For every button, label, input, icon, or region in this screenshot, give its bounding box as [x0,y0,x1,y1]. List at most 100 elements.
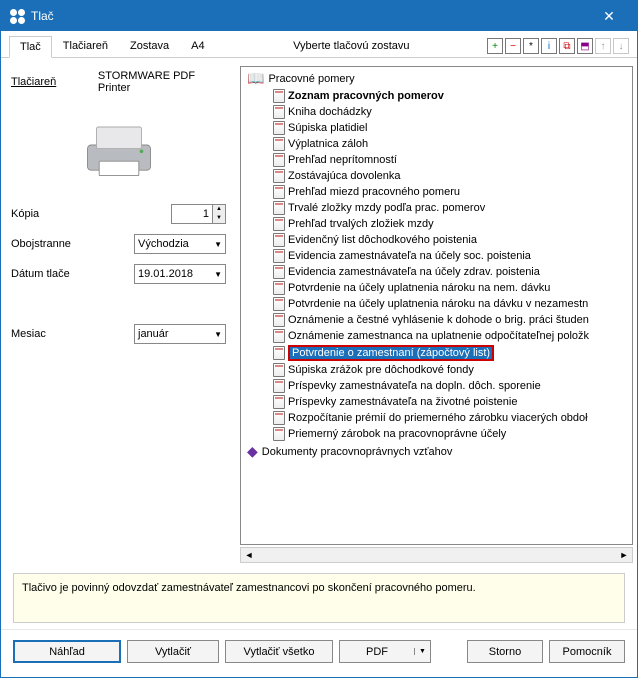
spin-down[interactable]: ▼ [212,214,225,223]
up-icon[interactable]: ↑ [595,38,611,54]
page-icon [273,363,285,377]
page-icon [273,89,285,103]
tree-root2[interactable]: ◆ Dokumenty pracovnoprávnych vzťahov [243,442,630,461]
scroll-right[interactable]: ► [616,550,632,560]
page-icon [273,281,285,295]
chevron-down-icon[interactable]: ▼ [414,648,430,655]
tree-item[interactable]: Súpiska platidiel [243,120,630,136]
page-icon [273,185,285,199]
report-tree[interactable]: 📖 Pracovné pomery Zoznam pracovných pome… [240,66,633,545]
tree-item[interactable]: Potvrdenie o zamestnaní (zápočtový list) [243,344,630,362]
page-icon [273,121,285,135]
description-box: Tlačivo je povinný odovzdať zamestnávate… [13,573,625,623]
page-icon [273,379,285,393]
page-icon [273,427,285,441]
page-icon [273,249,285,263]
toolbar: + − * i ⧉ ⬒ ↑ ↓ [487,38,629,54]
app-icon [9,8,25,24]
tree-item[interactable]: Trvalé zložky mzdy podľa prac. pomerov [243,200,630,216]
page-icon [273,153,285,167]
down-icon[interactable]: ↓ [613,38,629,54]
tab-a4[interactable]: A4 [180,35,215,57]
page-icon [273,217,285,231]
tree-item[interactable]: Zoznam pracovných pomerov [243,88,630,104]
month-label: Mesiac [11,328,101,340]
duplex-label: Obojstranne [11,238,101,250]
month-select[interactable]: január▼ [134,324,226,344]
tree-item[interactable]: Prehľad miezd pracovného pomeru [243,184,630,200]
help-button[interactable]: Pomocník [549,640,625,663]
date-select[interactable]: 19.01.2018▼ [134,264,226,284]
page-icon [273,411,285,425]
spin-up[interactable]: ▲ [212,205,225,214]
tree-item[interactable]: Oznámenie a čestné vyhlásenie k dohode o… [243,312,630,328]
printer-image [64,114,174,184]
page-icon [273,233,285,247]
page-icon [273,395,285,409]
printer-label[interactable]: Tlačiareň [11,76,98,88]
info-icon[interactable]: i [541,38,557,54]
page-icon [273,265,285,279]
left-pane: Tlačiareň STORMWARE PDF Printer Kópia ▲▼ [1,58,236,567]
chevron-down-icon: ▼ [214,270,222,279]
tree-item[interactable]: Rozpočítanie prémií do priemerného zárob… [243,410,630,426]
preview-button[interactable]: Náhľad [13,640,121,663]
book-icon: ◆ [247,443,258,460]
horizontal-scrollbar[interactable]: ◄ ► [240,547,633,563]
tab-zostava[interactable]: Zostava [119,35,180,57]
tree-item[interactable]: Evidencia zamestnávateľa na účely soc. p… [243,248,630,264]
cancel-button[interactable]: Storno [467,640,543,663]
tree-item[interactable]: Oznámenie zamestnanca na uplatnenie odpo… [243,328,630,344]
print-all-button[interactable]: Vytlačiť všetko [225,640,333,663]
tree-item[interactable]: Evidencia zamestnávateľa na účely zdrav.… [243,264,630,280]
page-icon [273,105,285,119]
page-icon [273,169,285,183]
date-label: Dátum tlače [11,268,101,280]
tree-root[interactable]: 📖 Pracovné pomery [243,69,630,88]
tree-item[interactable]: Výplatnica záloh [243,136,630,152]
titlebar: Tlač ✕ [1,1,637,31]
printer-value: STORMWARE PDF Printer [98,70,226,94]
scroll-left[interactable]: ◄ [241,550,257,560]
center-label: Vyberte tlačovú zostavu [216,40,487,52]
page-icon [273,137,285,151]
right-pane: 📖 Pracovné pomery Zoznam pracovných pome… [236,58,637,567]
layout-icon[interactable]: ⬒ [577,38,593,54]
page-icon [273,201,285,215]
tree-item[interactable]: Prehľad neprítomností [243,152,630,168]
tree-item[interactable]: Priemerný zárobok na pracovnoprávne účel… [243,426,630,442]
tree-item[interactable]: Prehľad trvalých zložiek mzdy [243,216,630,232]
star-icon[interactable]: * [523,38,539,54]
tree-item[interactable]: Súpiska zrážok pre dôchodkové fondy [243,362,630,378]
book-icon: 📖 [247,70,264,87]
close-button[interactable]: ✕ [589,1,629,31]
tree-item[interactable]: Potvrdenie na účely uplatnenia nároku na… [243,296,630,312]
body: Tlačiareň STORMWARE PDF Printer Kópia ▲▼ [1,58,637,567]
tree-item[interactable]: Kniha dochádzky [243,104,630,120]
page-icon [273,329,285,343]
tree-item[interactable]: Zostávajúca dovolenka [243,168,630,184]
add-icon[interactable]: + [487,38,503,54]
copies-label: Kópia [11,208,101,220]
copies-field[interactable] [172,208,212,220]
chevron-down-icon: ▼ [214,330,222,339]
tab-tlac[interactable]: Tlač [9,36,52,58]
copy-icon[interactable]: ⧉ [559,38,575,54]
page-icon [273,297,285,311]
tree-item[interactable]: Príspevky zamestnávateľa na dopln. dôch.… [243,378,630,394]
remove-icon[interactable]: − [505,38,521,54]
copies-input[interactable]: ▲▼ [171,204,226,224]
print-dialog: Tlač ✕ Tlač Tlačiareň Zostava A4 Vyberte… [0,0,638,678]
tree-item[interactable]: Potvrdenie na účely uplatnenia nároku na… [243,280,630,296]
tree-item[interactable]: Príspevky zamestnávateľa na životné pois… [243,394,630,410]
page-icon [273,313,285,327]
tab-tlaciaren[interactable]: Tlačiareň [52,35,119,57]
duplex-select[interactable]: Východzia▼ [134,234,226,254]
print-button[interactable]: Vytlačiť [127,640,219,663]
page-icon [273,346,285,360]
chevron-down-icon: ▼ [214,240,222,249]
tree-item[interactable]: Evidenčný list dôchodkového poistenia [243,232,630,248]
footer: Náhľad Vytlačiť Vytlačiť všetko PDF ▼ St… [1,629,637,677]
tab-row: Tlač Tlačiareň Zostava A4 Vyberte tlačov… [1,31,637,58]
pdf-button[interactable]: PDF ▼ [339,640,431,663]
